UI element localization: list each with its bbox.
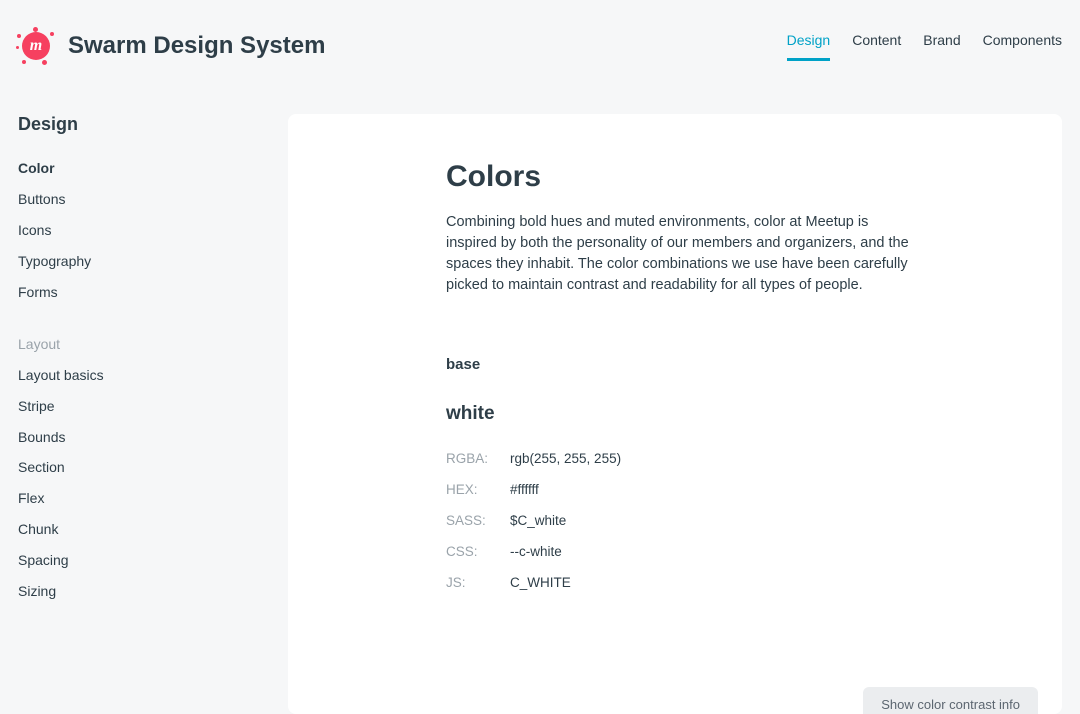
content-card: Colors Combining bold hues and muted env… bbox=[288, 114, 1062, 714]
spec-value: $C_white bbox=[510, 513, 566, 528]
header: m Swarm Design System Design Content Brand… bbox=[0, 0, 1080, 76]
sidebar-item-typography[interactable]: Typography bbox=[18, 245, 248, 276]
spec-row: RGBA:rgb(255, 255, 255) bbox=[446, 443, 912, 474]
header-left: m Swarm Design System bbox=[18, 28, 325, 64]
spec-row: SASS:$C_white bbox=[446, 505, 912, 536]
show-contrast-button[interactable]: Show color contrast info bbox=[863, 687, 1038, 714]
sidebar-item-icons[interactable]: Icons bbox=[18, 215, 248, 246]
spec-key: RGBA: bbox=[446, 451, 510, 466]
nav-brand[interactable]: Brand bbox=[923, 32, 960, 61]
sidebar-item-spacing[interactable]: Spacing bbox=[18, 544, 248, 575]
color-specs: RGBA:rgb(255, 255, 255)HEX:#ffffffSASS:$… bbox=[446, 443, 912, 598]
spec-row: CSS:--c-white bbox=[446, 536, 912, 567]
nav-components[interactable]: Components bbox=[983, 32, 1062, 61]
section-label: base bbox=[446, 356, 912, 373]
content-wrap: Colors Combining bold hues and muted env… bbox=[288, 114, 1062, 714]
sidebar-item-bounds[interactable]: Bounds bbox=[18, 421, 248, 452]
nav-content[interactable]: Content bbox=[852, 32, 901, 61]
sidebar: Design ColorButtonsIconsTypographyForms L… bbox=[18, 114, 248, 714]
main: Design ColorButtonsIconsTypographyForms L… bbox=[0, 76, 1080, 714]
sidebar-item-forms[interactable]: Forms bbox=[18, 276, 248, 307]
spec-row: JS:C_WHITE bbox=[446, 567, 912, 598]
spec-key: JS: bbox=[446, 575, 510, 590]
sidebar-item-layout-basics[interactable]: Layout basics bbox=[18, 360, 248, 391]
spec-row: HEX:#ffffff bbox=[446, 474, 912, 505]
sidebar-item-stripe[interactable]: Stripe bbox=[18, 390, 248, 421]
page-title: Colors bbox=[446, 160, 912, 194]
page-intro: Combining bold hues and muted environmen… bbox=[446, 212, 912, 296]
spec-value: #ffffff bbox=[510, 482, 539, 497]
spec-value: --c-white bbox=[510, 544, 562, 559]
spec-key: SASS: bbox=[446, 513, 510, 528]
sidebar-item-color[interactable]: Color bbox=[18, 153, 248, 184]
sidebar-item-section[interactable]: Section bbox=[18, 452, 248, 483]
spec-key: HEX: bbox=[446, 482, 510, 497]
top-nav: Design Content Brand Components bbox=[787, 32, 1062, 61]
sidebar-item-chunk[interactable]: Chunk bbox=[18, 514, 248, 545]
spec-value: C_WHITE bbox=[510, 575, 571, 590]
sidebar-heading: Design bbox=[18, 114, 248, 135]
spec-value: rgb(255, 255, 255) bbox=[510, 451, 621, 466]
nav-design[interactable]: Design bbox=[787, 32, 831, 61]
sidebar-group-label: Layout bbox=[18, 329, 248, 360]
color-name: white bbox=[446, 403, 912, 425]
spec-key: CSS: bbox=[446, 544, 510, 559]
sidebar-item-buttons[interactable]: Buttons bbox=[18, 184, 248, 215]
logo-icon: m bbox=[18, 28, 54, 64]
site-title: Swarm Design System bbox=[68, 32, 325, 60]
sidebar-item-flex[interactable]: Flex bbox=[18, 483, 248, 514]
